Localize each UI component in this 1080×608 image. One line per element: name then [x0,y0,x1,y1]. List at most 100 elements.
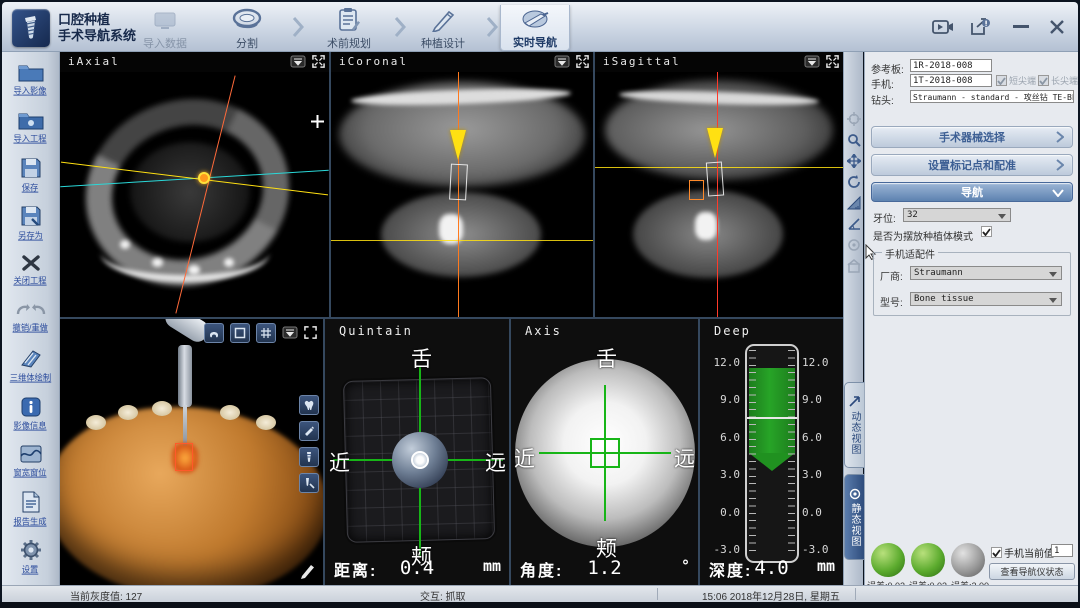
layout-menu-icon[interactable] [554,55,570,68]
sidebar-item-settings[interactable]: 设置 [2,533,59,581]
step-implant-design[interactable]: 种植设计 [408,5,478,51]
current-value-field[interactable]: 1 [1051,544,1073,557]
scale-tick: 12.0 [802,356,836,369]
handpiece-field[interactable]: 1T-2018-008 [910,74,992,87]
scale-tick: 6.0 [802,431,836,444]
label-lingual: 舌 [596,343,617,373]
show-implant-drill-icon[interactable] [299,473,319,493]
sidebar-item-image-info[interactable]: 影像信息 [2,390,59,438]
axis-title: Axis [525,324,562,338]
target-tool-icon[interactable] [847,112,861,126]
coronal-ct-image[interactable] [331,72,593,317]
segmentation-teeth-icon [230,5,264,35]
panel-axis: Axis 舌 近 远 颊 角度: 1.2 ° [511,319,698,585]
app-title: 口腔种植 手术导航系统 [58,12,136,44]
record-video-button[interactable] [930,16,956,38]
annotate-pen-icon[interactable] [299,561,317,579]
navigation-section-button[interactable]: 导航 [871,182,1073,202]
step-segmentation[interactable]: 分割 [212,5,282,51]
model-label: 型号: [880,294,903,309]
scale-tick: 9.0 [706,393,740,406]
datetime-status: 15:06 2018年12月28日, 星期五 [702,588,840,603]
step-preop-planning[interactable]: 术前规划 [314,5,384,51]
viewport-coronal[interactable]: iCoronal [331,52,593,317]
tab-static-view[interactable]: 静态视图 [844,474,864,560]
layout-menu-icon[interactable] [290,55,306,68]
step-realtime-navigation[interactable]: 实时导航 [500,5,570,51]
model-select[interactable]: Bone tissue [910,292,1062,306]
vendor-label: 厂商: [880,268,903,283]
viewport-axial-header: iAxial [60,52,329,72]
deep-title: Deep [714,324,751,338]
axial-add-button[interactable] [310,114,325,129]
zoom-tool-icon[interactable] [847,133,861,147]
close-button[interactable] [1044,16,1070,38]
undo-redo-icon [14,303,48,319]
titlebar: 口腔种植 手术导航系统 导入数据 分割 术前规划 [2,2,1078,52]
rotate-tool-icon[interactable] [847,175,861,189]
drill-field[interactable]: Straumann - standard - 攻丝钻 TE-BL - Φ3. [910,90,1074,103]
viewport-sagittal[interactable]: iSagittal [595,52,843,317]
sidebar-item-import-image[interactable]: 导入影像 [2,56,59,104]
long-tip-checkbox[interactable]: 长尖端 [1038,74,1078,87]
fullscreen-icon[interactable] [826,55,839,68]
label-distal: 远 [485,447,506,477]
sidebar-item-save-as[interactable]: 另存为 [2,199,59,247]
window-bottom-edge [0,602,1080,608]
reset-tool-icon[interactable] [847,259,861,273]
jaw-toggle-icon[interactable] [204,323,224,343]
fullscreen-icon[interactable] [304,326,317,339]
export-report-button[interactable] [968,16,994,38]
angle-tool-icon[interactable] [847,217,861,231]
sidebar-item-save[interactable]: 保存 [2,151,59,199]
minimize-button[interactable] [1008,16,1034,38]
scale-tick: 9.0 [802,393,836,406]
viewport-3d[interactable] [60,319,323,585]
sidebar-item-close-project[interactable]: 关闭工程 [2,247,59,295]
show-tooth-icon[interactable] [299,395,319,415]
show-implant-icon[interactable] [299,447,319,467]
axial-ct-image[interactable] [60,72,329,317]
handpiece-status-sphere [911,543,945,577]
current-value-checkbox[interactable]: 手机当前值 [991,545,1054,560]
show-drill-icon[interactable] [299,421,319,441]
implant-mode-checkbox[interactable] [981,226,992,237]
layout-menu-icon[interactable] [804,55,820,68]
viewport-axial[interactable]: iAxial [60,52,329,317]
scale-tick: 0.0 [802,506,836,519]
vendor-select[interactable]: Straumann [910,266,1062,280]
sidebar-item-undo-redo[interactable]: 撤销/重做 [2,295,59,343]
report-icon [21,491,41,513]
link-tool-icon[interactable] [847,238,861,252]
fullscreen-icon[interactable] [312,55,325,68]
panel-toggle-icon[interactable] [230,323,250,343]
settings-gear-icon [20,539,42,561]
tab-dynamic-view[interactable]: 动态视图 [844,382,864,468]
scale-tick: 12.0 [706,356,740,369]
sidebar-item-window-level[interactable]: 窗宽窗位 [2,438,59,486]
grid-view-icon[interactable] [256,323,276,343]
sagittal-ct-image[interactable] [595,72,843,317]
sidebar-item-report[interactable]: 报告生成 [2,486,59,534]
sidebar-item-import-project[interactable]: 导入工程 [2,104,59,152]
measure-tool-icon[interactable] [847,196,861,210]
navigator-status-button[interactable]: 查看导航仪状态 [989,563,1075,580]
tooth-position-select[interactable]: 32 [903,208,1011,222]
viewport-sagittal-title: iSagittal [603,55,681,68]
short-tip-checkbox[interactable]: 短尖端 [996,74,1036,87]
design-pen-icon [429,5,457,35]
sidebar-item-volume-render[interactable]: 三维体绘制 [2,342,59,390]
jaw-3d-render[interactable] [60,319,323,585]
save-icon [20,157,42,179]
fullscreen-icon[interactable] [576,55,589,68]
pan-tool-icon[interactable] [847,154,861,168]
volume-render-icon [19,349,43,369]
step-separator-icon [484,16,500,38]
layout-menu-icon[interactable] [282,326,298,339]
instrument-select-button[interactable]: 手术器械选择 [871,126,1073,148]
registration-button[interactable]: 设置标记点和配准 [871,154,1073,176]
quintain-metric: 距离: 0.4 mm [325,557,509,579]
folder-import-icon [18,63,44,82]
ref-board-field[interactable]: 1R-2018-008 [910,59,992,72]
chevron-right-icon [1055,159,1064,171]
